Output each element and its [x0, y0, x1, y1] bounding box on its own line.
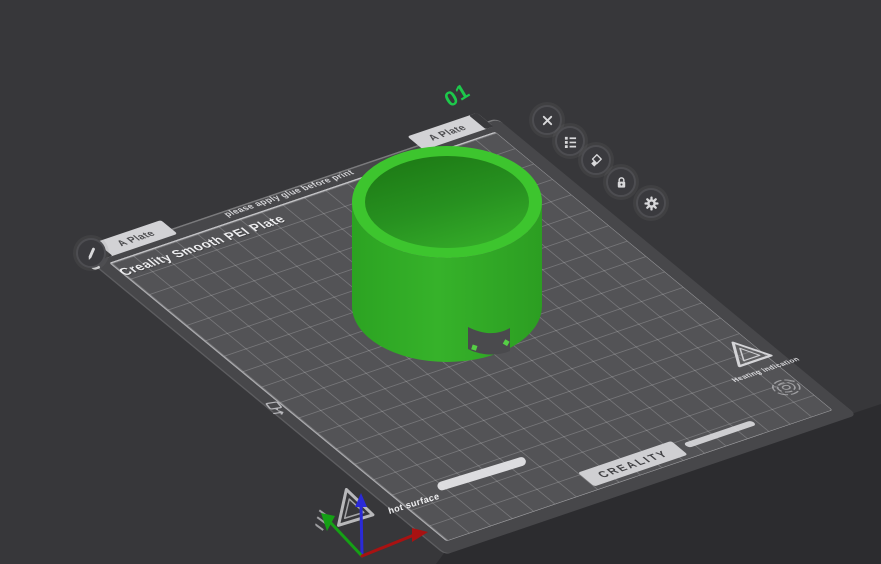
x-axis [360, 533, 416, 558]
axes-gizmo [321, 493, 428, 558]
slicer-viewport: { "window": { "background": "#37373a" },… [0, 0, 881, 564]
z-axis [359, 503, 364, 558]
y-axis [328, 520, 364, 558]
